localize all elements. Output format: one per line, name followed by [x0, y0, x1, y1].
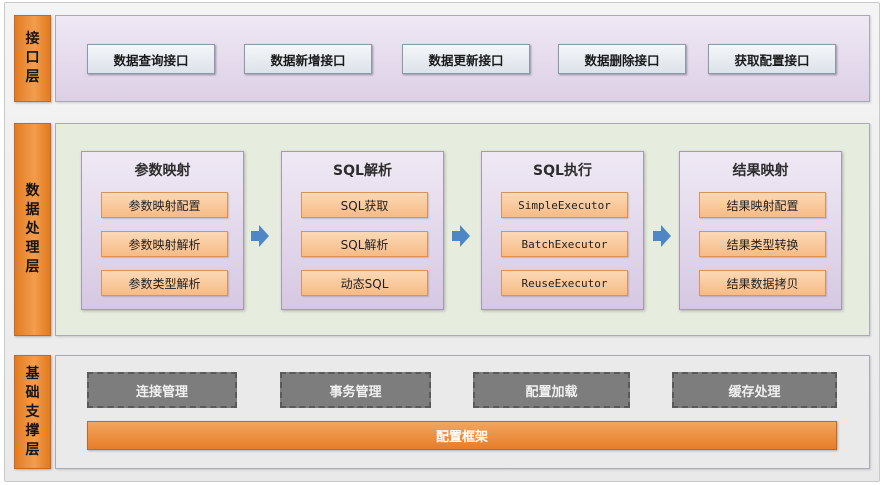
interface-layer-label-char-2: 口 [25, 50, 40, 66]
interface-layer-label-char-3: 层 [25, 69, 40, 85]
module-title: 参数映射 [134, 163, 191, 179]
foundation-layer-label-char-1: 基 [25, 365, 40, 382]
processing-layer-label-char-3: 处 [25, 221, 40, 237]
interface-layer-label: 接 口 层 [14, 15, 51, 102]
delete-interface-box: 数据删除接口 [558, 44, 686, 74]
module-title: SQL执行 [533, 163, 592, 179]
connection-management-box: 连接管理 [87, 372, 237, 408]
foundation-layer-label-char-4: 撑 [25, 422, 40, 439]
module-item: 结果数据拷贝 [699, 270, 826, 296]
module-item: 结果映射配置 [699, 192, 826, 218]
update-interface-box: 数据更新接口 [402, 44, 530, 74]
processing-layer-label-char-5: 层 [25, 259, 40, 275]
config-loading-box: 配置加载 [473, 372, 630, 408]
flow-arrow-icon [653, 225, 671, 247]
processing-layer-label-char-2: 据 [25, 202, 40, 218]
processing-layer-label: 数 据 处 理 层 [14, 123, 51, 336]
module-item: 动态SQL [301, 270, 428, 296]
parameter-mapping-module: 参数映射 参数映射配置 参数映射解析 参数类型解析 [81, 151, 244, 310]
module-item: SimpleExecutor [501, 192, 628, 218]
foundation-layer-label-char-2: 础 [25, 384, 40, 401]
insert-interface-box: 数据新增接口 [244, 44, 372, 74]
get-config-interface-box: 获取配置接口 [708, 44, 836, 74]
module-item: SQL解析 [301, 231, 428, 257]
query-interface-box: 数据查询接口 [87, 44, 215, 74]
result-mapping-module: 结果映射 结果映射配置 结果类型转换 结果数据拷贝 [679, 151, 842, 310]
module-item: SQL获取 [301, 192, 428, 218]
module-item: ReuseExecutor [501, 270, 628, 296]
foundation-layer-label: 基 础 支 撑 层 [14, 355, 51, 469]
foundation-layer-panel: 连接管理 事务管理 配置加载 缓存处理 配置框架 [55, 355, 870, 469]
module-title: SQL解析 [333, 163, 392, 179]
sql-parsing-module: SQL解析 SQL获取 SQL解析 动态SQL [281, 151, 444, 310]
module-item: 参数映射配置 [101, 192, 228, 218]
module-item: 结果类型转换 [699, 231, 826, 257]
module-item: BatchExecutor [501, 231, 628, 257]
flow-arrow-icon [251, 225, 269, 247]
module-item: 参数映射解析 [101, 231, 228, 257]
module-item: 参数类型解析 [101, 270, 228, 296]
sql-execution-module: SQL执行 SimpleExecutor BatchExecutor Reuse… [481, 151, 644, 310]
interface-layer-panel: 数据查询接口 数据新增接口 数据更新接口 数据删除接口 获取配置接口 [55, 15, 870, 102]
config-framework-bar: 配置框架 [87, 421, 837, 450]
interface-layer-label-char-1: 接 [25, 31, 40, 47]
processing-layer-label-char-4: 理 [25, 240, 40, 256]
flow-arrow-icon [452, 225, 470, 247]
cache-handling-box: 缓存处理 [672, 372, 837, 408]
processing-layer-panel: 参数映射 参数映射配置 参数映射解析 参数类型解析 SQL解析 SQL获取 SQ… [55, 123, 870, 336]
processing-layer-label-char-1: 数 [25, 183, 40, 199]
foundation-layer-label-char-5: 层 [25, 441, 40, 458]
foundation-layer-label-char-3: 支 [25, 403, 40, 420]
module-title: 结果映射 [732, 163, 789, 179]
transaction-management-box: 事务管理 [280, 372, 431, 408]
